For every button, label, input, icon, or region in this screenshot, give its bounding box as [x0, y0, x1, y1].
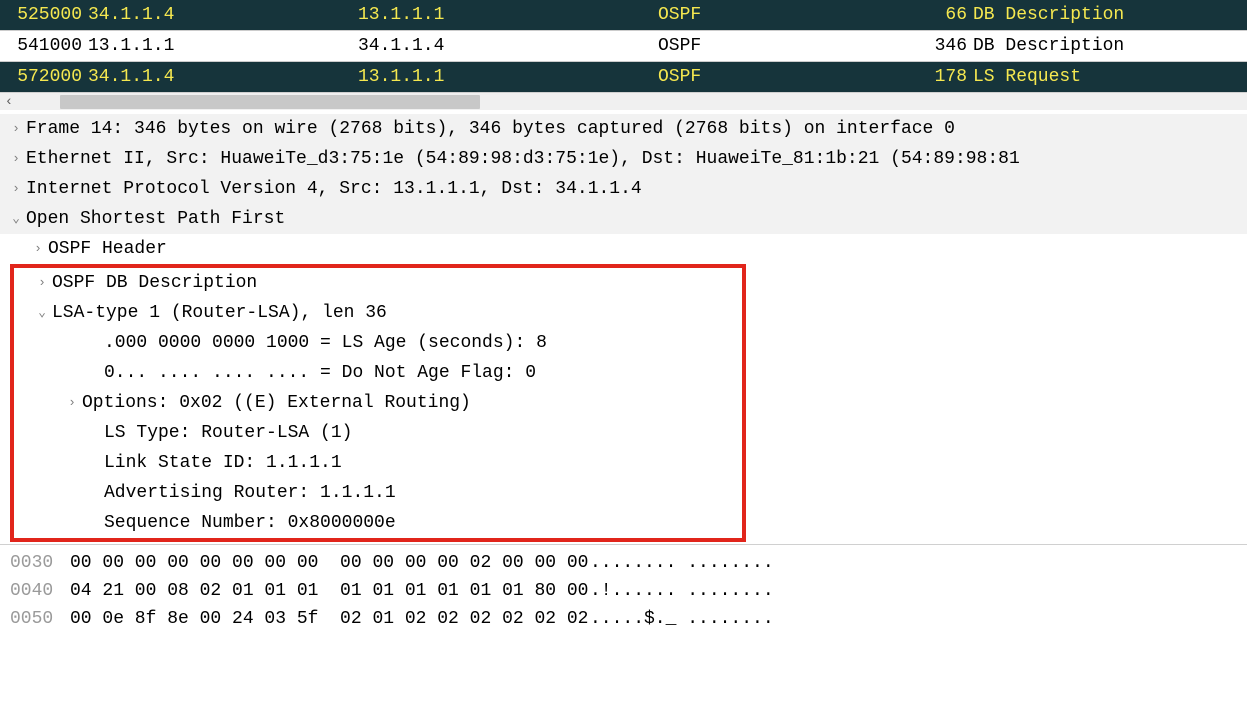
chevron-down-icon[interactable]: ⌄ [32, 298, 52, 328]
hex-bytes: 00 00 00 00 00 00 00 00 00 00 00 00 02 0… [70, 549, 590, 577]
col-number: 525000 [8, 2, 88, 28]
chevron-right-icon[interactable]: › [62, 388, 82, 418]
col-dest: 13.1.1.1 [358, 2, 658, 28]
packet-row[interactable]: 572000 34.1.1.4 13.1.1.1 OSPF 178 LS Req… [0, 62, 1247, 92]
hex-offset: 0050 [10, 605, 70, 633]
tree-options[interactable]: › Options: 0x02 ((E) External Routing) [14, 388, 742, 418]
tree-label: Open Shortest Path First [26, 204, 285, 234]
tree-label: .000 0000 0000 1000 = LS Age (seconds): … [104, 328, 547, 358]
chevron-right-icon[interactable]: › [6, 174, 26, 204]
col-source: 13.1.1.1 [88, 33, 358, 59]
tree-label: OSPF DB Description [52, 268, 257, 298]
tree-ls-type[interactable]: · LS Type: Router-LSA (1) [14, 418, 742, 448]
col-protocol: OSPF [658, 33, 883, 59]
tree-sequence-number[interactable]: · Sequence Number: 0x8000000e [14, 508, 742, 538]
packet-row[interactable]: 541000 13.1.1.1 34.1.1.4 OSPF 346 DB Des… [0, 30, 1247, 62]
packet-row[interactable]: 525000 34.1.1.4 13.1.1.1 OSPF 66 DB Desc… [0, 0, 1247, 30]
chevron-right-icon[interactable]: › [6, 114, 26, 144]
tree-ethernet[interactable]: › Ethernet II, Src: HuaweiTe_d3:75:1e (5… [0, 144, 1247, 174]
tree-link-state-id[interactable]: · Link State ID: 1.1.1.1 [14, 448, 742, 478]
tree-label: OSPF Header [48, 234, 167, 264]
hex-bytes: 00 0e 8f 8e 00 24 03 5f 02 01 02 02 02 0… [70, 605, 590, 633]
col-length: 178 [883, 64, 973, 90]
tree-label: Advertising Router: 1.1.1.1 [104, 478, 396, 508]
chevron-right-icon[interactable]: › [6, 144, 26, 174]
col-info: DB Description [973, 2, 1239, 28]
col-number: 572000 [8, 64, 88, 90]
col-number: 541000 [8, 33, 88, 59]
hex-bytes: 04 21 00 08 02 01 01 01 01 01 01 01 01 0… [70, 577, 590, 605]
tree-adv-router[interactable]: · Advertising Router: 1.1.1.1 [14, 478, 742, 508]
col-source: 34.1.1.4 [88, 2, 358, 28]
col-dest: 13.1.1.1 [358, 64, 658, 90]
hex-row[interactable]: 0030 00 00 00 00 00 00 00 00 00 00 00 00… [0, 549, 1247, 577]
scrollbar-track[interactable] [18, 94, 1247, 110]
hex-offset: 0040 [10, 577, 70, 605]
chevron-down-icon[interactable]: ⌄ [6, 204, 26, 234]
packet-list: 525000 34.1.1.4 13.1.1.1 OSPF 66 DB Desc… [0, 0, 1247, 92]
hex-ascii: .....$._ ........ [590, 605, 774, 633]
hex-row[interactable]: 0050 00 0e 8f 8e 00 24 03 5f 02 01 02 02… [0, 605, 1247, 633]
col-source: 34.1.1.4 [88, 64, 358, 90]
tree-label: Options: 0x02 ((E) External Routing) [82, 388, 471, 418]
horizontal-scrollbar[interactable]: ‹ [0, 92, 1247, 110]
highlight-box: › OSPF DB Description ⌄ LSA-type 1 (Rout… [10, 264, 746, 542]
tree-ls-age[interactable]: · .000 0000 0000 1000 = LS Age (seconds)… [14, 328, 742, 358]
col-length: 66 [883, 2, 973, 28]
tree-ospf-header[interactable]: › OSPF Header [0, 234, 1247, 264]
tree-dna-flag[interactable]: · 0... .... .... .... = Do Not Age Flag:… [14, 358, 742, 388]
tree-lsa-header[interactable]: ⌄ LSA-type 1 (Router-LSA), len 36 [14, 298, 742, 328]
scroll-left-icon[interactable]: ‹ [0, 94, 18, 110]
tree-ospf-dbd[interactable]: › OSPF DB Description [14, 268, 742, 298]
tree-ip[interactable]: › Internet Protocol Version 4, Src: 13.1… [0, 174, 1247, 204]
hex-row[interactable]: 0040 04 21 00 08 02 01 01 01 01 01 01 01… [0, 577, 1247, 605]
tree-label: Ethernet II, Src: HuaweiTe_d3:75:1e (54:… [26, 144, 1020, 174]
col-dest: 34.1.1.4 [358, 33, 658, 59]
col-protocol: OSPF [658, 2, 883, 28]
hex-ascii: .!...... ........ [590, 577, 774, 605]
scrollbar-thumb[interactable] [60, 95, 480, 109]
tree-label: LSA-type 1 (Router-LSA), len 36 [52, 298, 387, 328]
tree-label: Link State ID: 1.1.1.1 [104, 448, 342, 478]
col-length: 346 [883, 33, 973, 59]
chevron-right-icon[interactable]: › [28, 234, 48, 264]
col-protocol: OSPF [658, 64, 883, 90]
chevron-right-icon[interactable]: › [32, 268, 52, 298]
tree-label: Internet Protocol Version 4, Src: 13.1.1… [26, 174, 642, 204]
hex-pane: 0030 00 00 00 00 00 00 00 00 00 00 00 00… [0, 545, 1247, 639]
col-info: DB Description [973, 33, 1239, 59]
tree-label: Sequence Number: 0x8000000e [104, 508, 396, 538]
tree-label: LS Type: Router-LSA (1) [104, 418, 352, 448]
tree-label: Frame 14: 346 bytes on wire (2768 bits),… [26, 114, 955, 144]
packet-details-pane: › Frame 14: 346 bytes on wire (2768 bits… [0, 110, 1247, 545]
tree-ospf[interactable]: ⌄ Open Shortest Path First [0, 204, 1247, 234]
tree-label: 0... .... .... .... = Do Not Age Flag: 0 [104, 358, 536, 388]
hex-offset: 0030 [10, 549, 70, 577]
tree-frame[interactable]: › Frame 14: 346 bytes on wire (2768 bits… [0, 114, 1247, 144]
col-info: LS Request [973, 64, 1239, 90]
hex-ascii: ........ ........ [590, 549, 774, 577]
